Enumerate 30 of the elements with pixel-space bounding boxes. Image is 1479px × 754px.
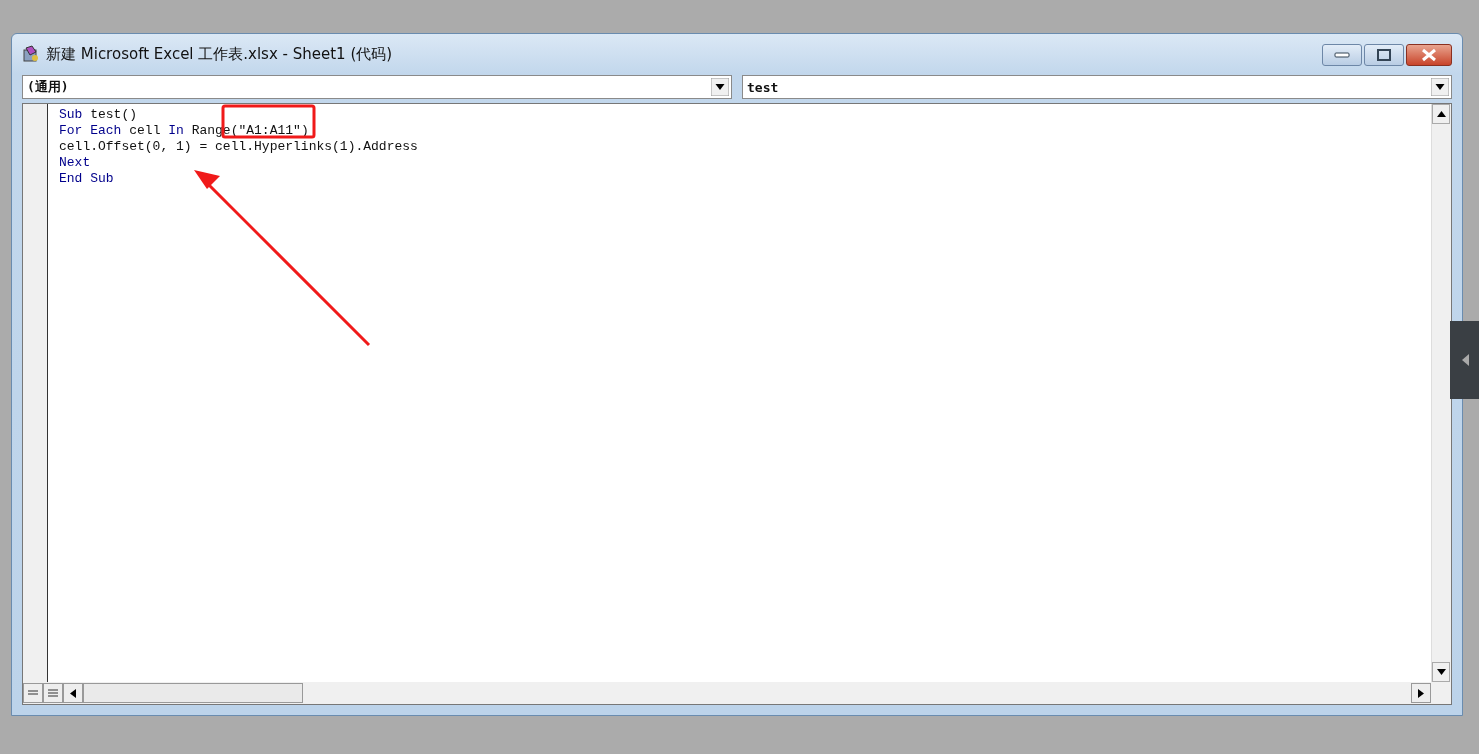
caret-icon <box>1431 78 1449 96</box>
scroll-down-button[interactable] <box>1432 662 1450 682</box>
window-title: 新建 Microsoft Excel 工作表.xlsx - Sheet1 (代码) <box>46 44 394 64</box>
lines-icon <box>48 688 58 698</box>
down-arrow-icon <box>1436 669 1446 675</box>
scroll-up-button[interactable] <box>1432 104 1450 124</box>
code-line: Sub test() <box>59 107 137 123</box>
scroll-right-button[interactable] <box>1411 683 1431 703</box>
caret-icon <box>711 78 729 96</box>
right-arrow-icon <box>1418 688 1424 698</box>
maximize-icon <box>1377 49 1391 61</box>
left-arrow-icon <box>1461 354 1469 366</box>
code-line: Next <box>59 155 91 171</box>
procedure-view-button[interactable] <box>23 683 43 703</box>
code-line: cell.Offset(0, 1) = cell.Hyperlinks(1).Address <box>59 139 418 155</box>
minimize-button[interactable] <box>1322 44 1362 66</box>
close-icon <box>1421 48 1437 62</box>
scroll-left-button[interactable] <box>63 683 83 703</box>
object-dropdown[interactable]: (通用) <box>22 75 732 99</box>
up-arrow-icon <box>1436 111 1446 117</box>
minimize-icon <box>1334 52 1350 58</box>
dropdown-value: (通用) <box>27 78 69 96</box>
maximize-button[interactable] <box>1364 44 1404 66</box>
scrollbar-thumb[interactable] <box>83 683 303 703</box>
lines-icon <box>28 690 38 696</box>
code-line: End Sub <box>59 171 114 187</box>
vba-module-icon <box>22 45 40 63</box>
left-arrow-icon <box>70 688 76 698</box>
close-button[interactable] <box>1406 44 1452 66</box>
procedure-dropdown[interactable]: test <box>742 75 1452 99</box>
